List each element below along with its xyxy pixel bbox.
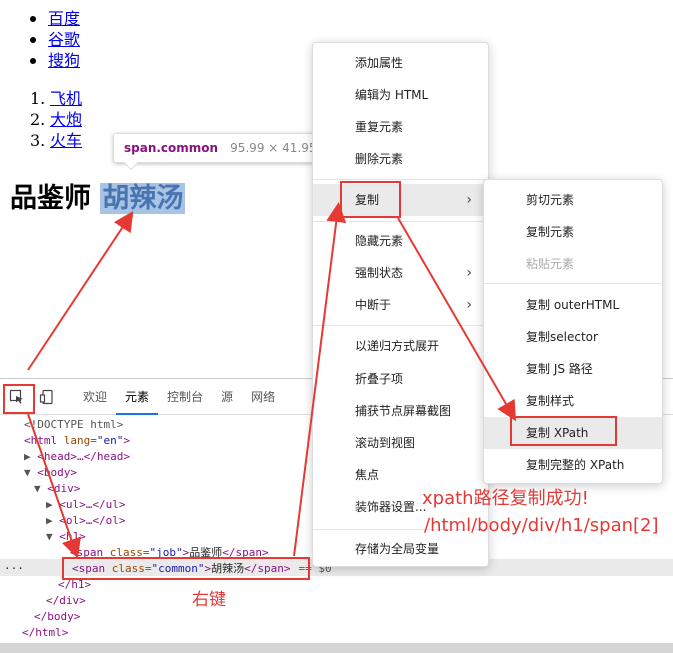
submenu-item-cut-element[interactable]: 剪切元素 xyxy=(484,184,662,216)
heading-common-span-highlighted[interactable]: 胡辣汤 xyxy=(100,183,186,214)
menu-separator xyxy=(313,325,488,326)
list-number: 2. xyxy=(30,110,46,129)
submenu-item-copy-styles[interactable]: 复制样式 xyxy=(484,385,662,417)
dom-node-html[interactable]: <html lang="en"> xyxy=(24,433,130,449)
submenu-item-copy-selector[interactable]: 复制selector xyxy=(484,321,662,353)
menu-item-collapse-children[interactable]: 折叠子项 xyxy=(313,363,488,395)
list-item: 1. 飞机 xyxy=(30,88,82,109)
inspect-tooltip: span.common 95.99 × 41.95 xyxy=(113,133,328,171)
menu-item-break-on-label: 中断于 xyxy=(355,298,392,312)
tab-network[interactable]: 网络 xyxy=(242,379,284,415)
list-item: 百度 xyxy=(26,8,80,29)
annotation-box-copy-xpath xyxy=(510,416,617,446)
annotation-xpath: /html/body/div/h1/span[2] xyxy=(424,515,659,536)
menu-item-force-state-label: 强制状态 xyxy=(355,266,404,280)
heading-job-span: 品鉴师 xyxy=(10,183,91,214)
dom-node-body[interactable]: ▼ <body> xyxy=(24,465,77,481)
page-heading: 品鉴师 胡辣汤 xyxy=(10,176,186,215)
tooltip-dimensions: 95.99 × 41.95 xyxy=(230,141,317,155)
menu-item-store-as-global-variable[interactable]: 存储为全局变量 xyxy=(313,533,488,565)
annotation-success: xpath路径复制成功! xyxy=(422,488,589,509)
device-toolbar-icon[interactable] xyxy=(34,384,60,410)
unordered-list: 百度 谷歌 搜狗 xyxy=(26,8,80,71)
submenu-item-copy-full-xpath[interactable]: 复制完整的 XPath xyxy=(484,449,662,481)
link-baidu[interactable]: 百度 xyxy=(48,9,80,28)
tab-elements[interactable]: 元素 xyxy=(116,379,159,415)
dom-node-doctype[interactable]: <!DOCTYPE html> xyxy=(24,417,123,433)
dom-node-body-close[interactable]: </body> xyxy=(34,609,80,625)
dom-node-div-close[interactable]: </div> xyxy=(46,593,86,609)
list-item: 2. 大炮 xyxy=(30,109,82,130)
ordered-list: 1. 飞机 2. 大炮 3. 火车 xyxy=(30,88,82,151)
menu-item-capture-node-screenshot[interactable]: 捕获节点屏幕截图 xyxy=(313,395,488,427)
link-cannon[interactable]: 大炮 xyxy=(50,109,82,130)
annotation-right-click: 右键 xyxy=(192,590,226,610)
menu-item-hide-element[interactable]: 隐藏元素 xyxy=(313,225,488,257)
list-item: 谷歌 xyxy=(26,29,80,50)
menu-item-delete-element[interactable]: 删除元素 xyxy=(313,143,488,175)
dom-node-ol[interactable]: ▶ <ol>…</ol> xyxy=(46,513,125,529)
submenu-arrow-icon: › xyxy=(466,192,472,208)
submenu-item-copy-element[interactable]: 复制元素 xyxy=(484,216,662,248)
menu-item-expand-recursively[interactable]: 以递归方式展开 xyxy=(313,330,488,362)
annotation-box-inspect xyxy=(3,384,35,414)
menu-item-force-state[interactable]: 强制状态 › xyxy=(313,257,488,289)
submenu-item-copy-outerhtml[interactable]: 复制 outerHTML xyxy=(484,289,662,321)
menu-item-break-on[interactable]: 中断于 › xyxy=(313,289,488,321)
list-item: 3. 火车 xyxy=(30,130,82,151)
list-number: 3. xyxy=(30,131,46,150)
tab-sources[interactable]: 源 xyxy=(212,379,242,415)
submenu-item-paste-element: 粘贴元素 xyxy=(526,257,575,271)
link-google[interactable]: 谷歌 xyxy=(48,30,80,49)
annotation-box-copy xyxy=(340,181,401,218)
link-train[interactable]: 火车 xyxy=(50,130,82,151)
list-item: 搜狗 xyxy=(26,50,80,71)
dom-node-h1[interactable]: ▼ <h1> xyxy=(46,529,86,545)
submenu-item-copy-js-path[interactable]: 复制 JS 路径 xyxy=(484,353,662,385)
dom-node-ul[interactable]: ▶ <ul>…</ul> xyxy=(46,497,125,513)
annotation-box-span-node xyxy=(62,557,310,580)
tooltip-selector: span.common xyxy=(124,141,219,155)
dom-node-html-close[interactable]: </html> xyxy=(22,625,68,641)
menu-item-add-attribute[interactable]: 添加属性 xyxy=(313,47,488,79)
link-sogou[interactable]: 搜狗 xyxy=(48,51,80,70)
tooltip-pointer xyxy=(123,155,139,171)
dom-node-div[interactable]: ▼ <div> xyxy=(34,481,80,497)
link-plane[interactable]: 飞机 xyxy=(50,88,82,109)
menu-item-duplicate-element[interactable]: 重复元素 xyxy=(313,111,488,143)
menu-separator xyxy=(484,283,662,284)
submenu-arrow-icon: › xyxy=(466,297,472,313)
menu-separator xyxy=(313,221,488,222)
menu-separator xyxy=(313,179,488,180)
list-number: 1. xyxy=(30,89,46,108)
dom-node-head[interactable]: ▶ <head>…</head> xyxy=(24,449,130,465)
tab-console[interactable]: 控制台 xyxy=(158,379,212,415)
submenu-arrow-icon: › xyxy=(466,265,472,281)
tab-welcome[interactable]: 欢迎 xyxy=(74,379,116,415)
menu-item-edit-as-html[interactable]: 编辑为 HTML xyxy=(313,79,488,111)
bottom-scrollbar-strip xyxy=(0,643,673,653)
dom-gutter-ellipsis[interactable]: ··· xyxy=(4,561,24,577)
menu-item-scroll-into-view[interactable]: 滚动到视图 xyxy=(313,427,488,459)
